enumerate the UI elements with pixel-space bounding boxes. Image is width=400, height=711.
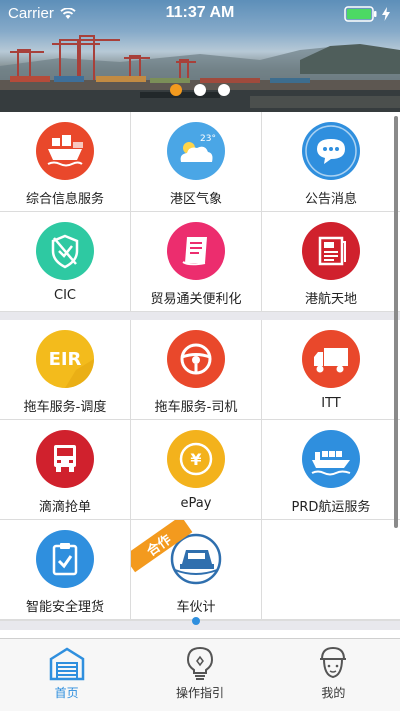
service-label: 港航天地 xyxy=(304,292,357,307)
service-label: 智能安全理货 xyxy=(25,600,104,615)
service-comprehensive-info[interactable]: 综合信息服务 xyxy=(0,112,131,212)
carousel-indicator xyxy=(170,84,230,96)
carousel-dot[interactable] xyxy=(170,84,182,96)
charging-bolt-icon xyxy=(382,7,390,21)
status-bar: Carrier 11:37 AM xyxy=(0,0,400,28)
service-port-weather[interactable]: 23° 港区气象 xyxy=(131,112,262,212)
service-epay[interactable]: ¥ ePay xyxy=(131,420,262,520)
service-announcements[interactable]: 公告消息 xyxy=(262,112,400,212)
carousel-dot[interactable] xyxy=(194,84,206,96)
tab-label: 操作指引 xyxy=(175,686,224,700)
yen-symbol: ¥ xyxy=(190,450,201,469)
grid-row: CIC 贸易通关便利化 港航天地 xyxy=(0,212,400,312)
weather-cloud-icon: 23° xyxy=(167,122,225,180)
service-label: PRD航运服务 xyxy=(291,500,371,515)
service-prd-shipping[interactable]: PRD航运服务 xyxy=(262,420,400,520)
vertical-scrollbar[interactable] xyxy=(394,116,398,528)
home-garage-icon xyxy=(49,647,84,681)
empty-cell xyxy=(262,520,400,620)
status-time: 11:37 AM xyxy=(165,4,235,21)
carousel-dot[interactable] xyxy=(218,84,230,96)
weather-temp: 23° xyxy=(200,134,216,144)
clipboard-check-icon xyxy=(36,530,94,588)
eir-badge-icon: EIR xyxy=(36,330,94,388)
page-indicator-dot xyxy=(192,617,200,625)
service-label: 拖车服务-调度 xyxy=(23,400,107,415)
service-label: CIC xyxy=(54,288,76,303)
cic-shield-icon xyxy=(36,222,94,280)
newspaper-icon xyxy=(302,222,360,280)
service-didi-grab-order[interactable]: 滴滴抢单 xyxy=(0,420,131,520)
service-trade-clearance[interactable]: 贸易通关便利化 xyxy=(131,212,262,312)
grid-row: 智能安全理货 合作 车伙计 xyxy=(0,520,400,620)
service-label: ITT xyxy=(321,396,341,411)
chat-bubble-icon xyxy=(302,122,360,180)
yen-coin-icon: ¥ xyxy=(167,430,225,488)
truck-front-icon xyxy=(36,430,94,488)
document-icon xyxy=(167,222,225,280)
service-trailer-dispatch[interactable]: EIR 拖车服务-调度 xyxy=(0,320,131,420)
eir-text: EIR xyxy=(49,349,82,370)
section-divider xyxy=(0,312,400,320)
service-label: ePay xyxy=(180,496,212,511)
tab-label: 我的 xyxy=(321,686,346,700)
battery-indicator xyxy=(344,6,390,22)
truck-icon xyxy=(302,330,360,388)
grid-row: 滴滴抢单 ¥ ePay PRD航运服务 xyxy=(0,420,400,520)
service-grid: 综合信息服务 23° 港区气象 公告消息 CIC 贸易通关便利化 港航天地 EI… xyxy=(0,112,400,638)
grid-row: 综合信息服务 23° 港区气象 公告消息 xyxy=(0,112,400,212)
tab-label: 首页 xyxy=(54,686,79,700)
service-label: 贸易通关便利化 xyxy=(150,292,242,307)
grid-row: EIR 拖车服务-调度 拖车服务-司机 ITT xyxy=(0,320,400,420)
page-indicator-area xyxy=(0,617,400,630)
user-cap-icon xyxy=(320,646,347,679)
battery-icon xyxy=(344,6,377,22)
steering-wheel-icon xyxy=(167,330,225,388)
service-smart-tally[interactable]: 智能安全理货 xyxy=(0,520,131,620)
service-car-partner[interactable]: 合作 车伙计 xyxy=(131,520,262,620)
cargo-ship-icon xyxy=(302,430,360,488)
service-label: 综合信息服务 xyxy=(25,192,104,207)
lightbulb-icon xyxy=(186,646,213,680)
service-label: 滴滴抢单 xyxy=(38,500,91,515)
tab-home[interactable]: 首页 xyxy=(0,639,133,711)
service-label: 港区气象 xyxy=(169,192,222,207)
service-trailer-driver[interactable]: 拖车服务-司机 xyxy=(131,320,262,420)
service-port-shipping-world[interactable]: 港航天地 xyxy=(262,212,400,312)
service-cic[interactable]: CIC xyxy=(0,212,131,312)
tab-operation-guide[interactable]: 操作指引 xyxy=(133,639,266,711)
tab-bar: 首页 操作指引 我的 xyxy=(0,638,400,711)
service-label: 公告消息 xyxy=(304,192,357,207)
ship-cargo-icon xyxy=(36,122,94,180)
service-itt[interactable]: ITT xyxy=(262,320,400,420)
tab-profile[interactable]: 我的 xyxy=(267,639,400,711)
banner-carousel[interactable]: Carrier 11:37 AM xyxy=(0,0,400,112)
service-label: 拖车服务-司机 xyxy=(154,400,238,415)
service-label: 车伙计 xyxy=(176,600,216,615)
